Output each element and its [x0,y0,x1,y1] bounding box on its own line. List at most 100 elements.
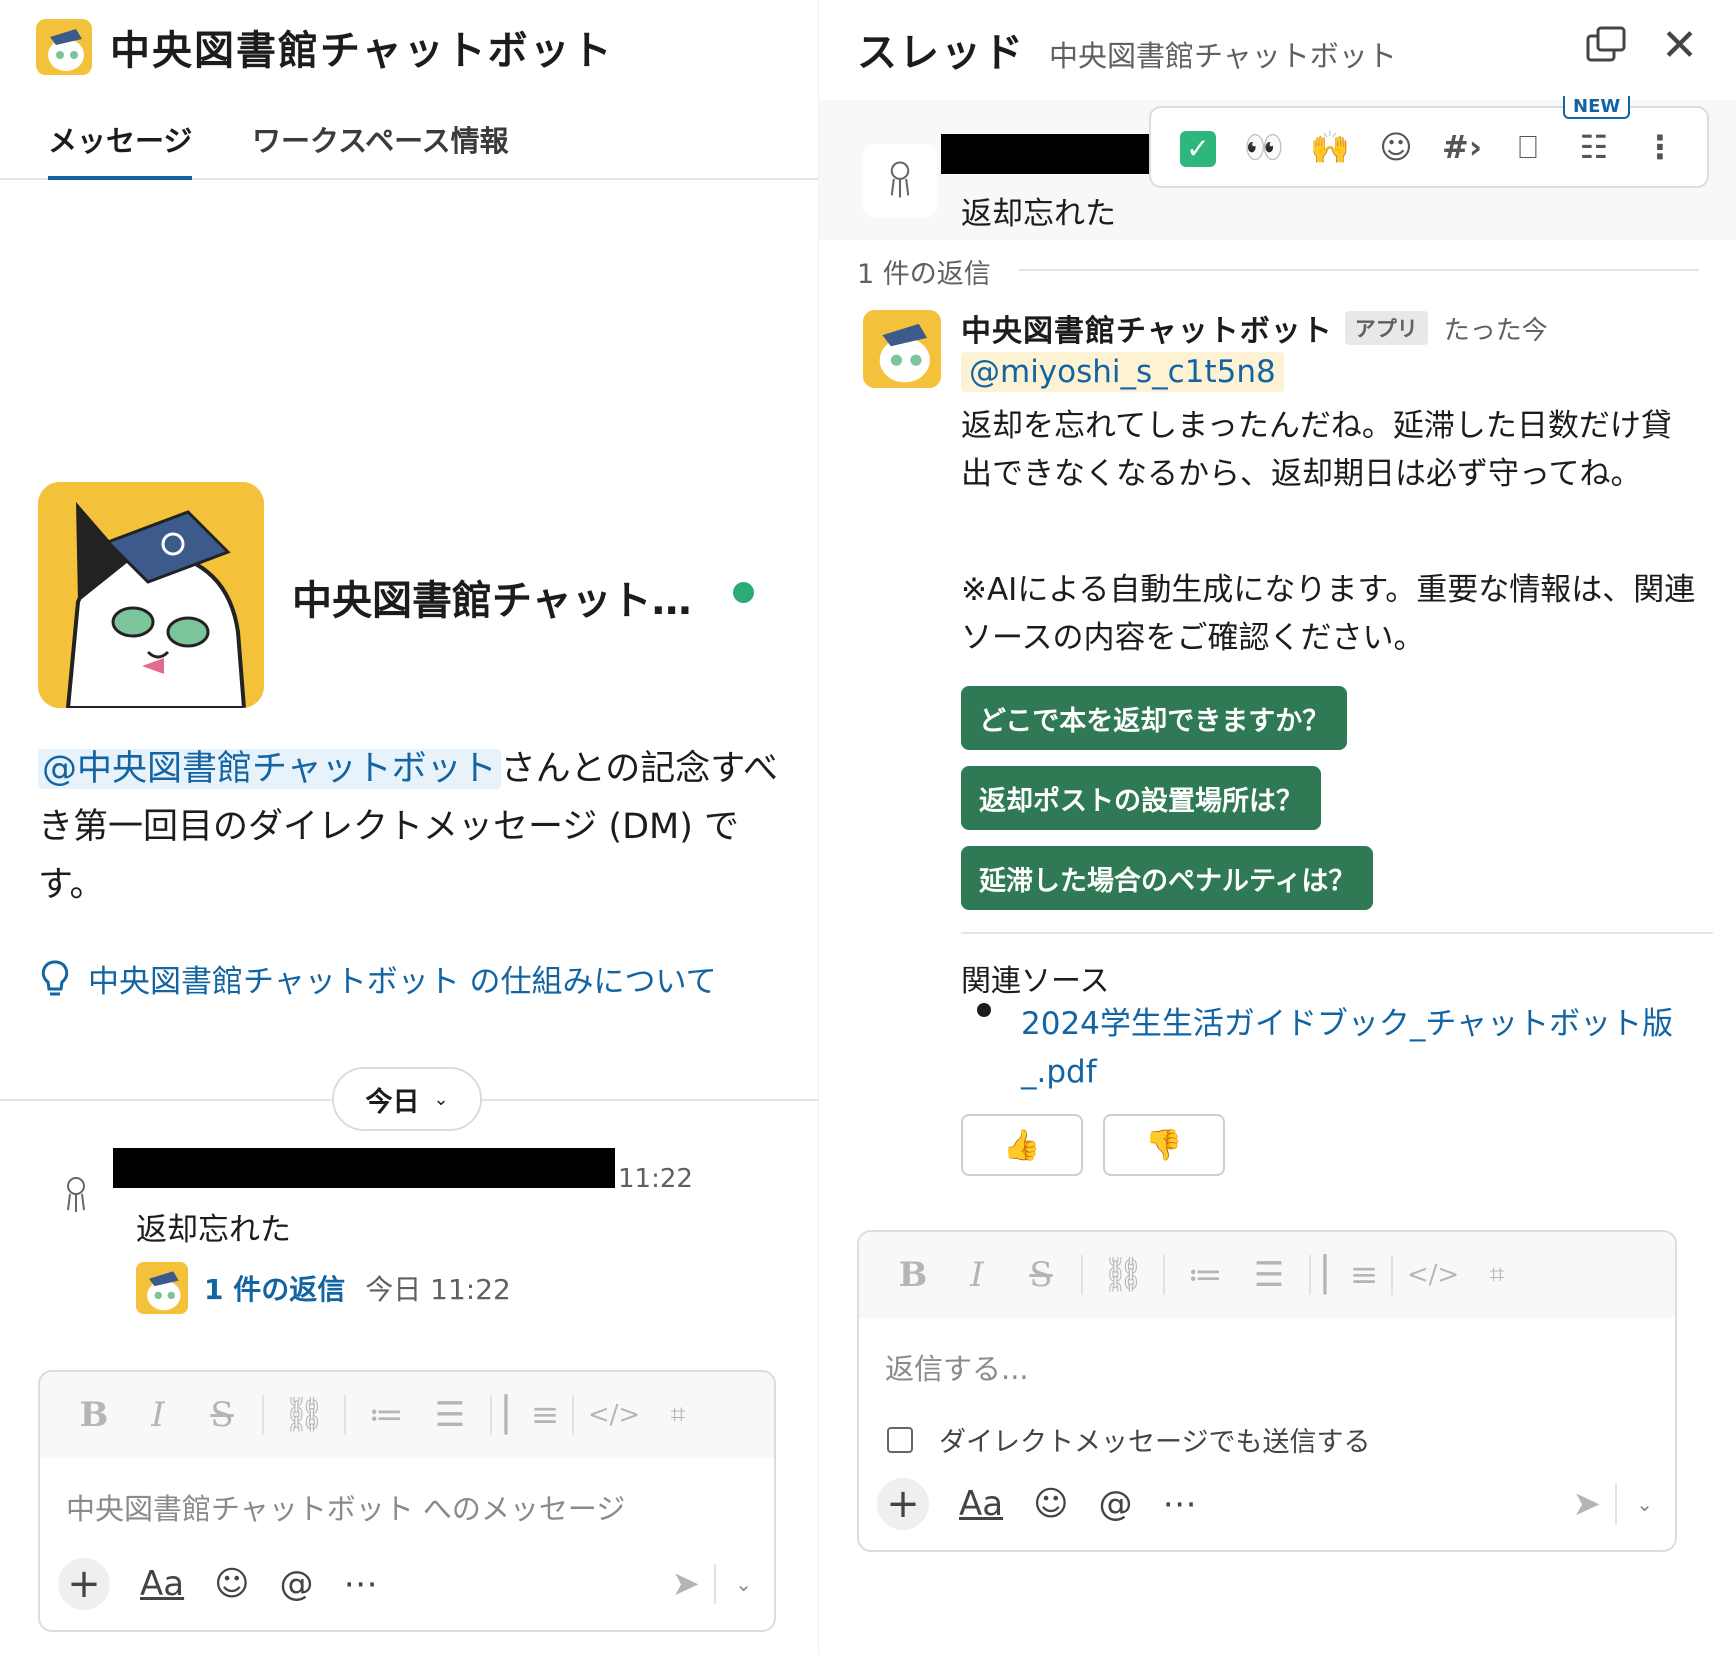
lightbulb-icon [41,960,69,995]
strikethrough-icon[interactable]: S [1009,1255,1073,1295]
link-icon[interactable]: ⛓ [272,1395,336,1435]
reply-input[interactable]: 返信する... [859,1318,1675,1416]
thread-header: スレッド 中央図書館チャットボット [857,20,1397,78]
emoji-icon[interactable]: ☺ [1033,1484,1068,1524]
dm-panel: 中央図書館チャットボット メッセージ ワークスペース情報 中央図書館チャット… … [0,0,818,1654]
dm-header: 中央図書館チャットボット [36,18,614,76]
formatting-toggle-icon[interactable]: Aa [959,1484,1003,1524]
italic-icon[interactable]: I [126,1395,190,1435]
more-actions-icon[interactable]: ⋮ [1627,128,1693,166]
bold-icon[interactable]: B [62,1395,126,1435]
bot-mention[interactable]: @中央図書館チャットボット [38,749,501,789]
thread-panel: スレッド 中央図書館チャットボット ✕ 返却忘れた ✓ 👀 🙌 ☺ #› ⎕ ☷… [818,0,1736,1654]
chevron-down-icon[interactable]: ⌄ [1636,1492,1653,1516]
user-avatar[interactable] [40,1160,112,1232]
tab-workspace-info[interactable]: ワークスペース情報 [252,118,509,176]
bot-avatar-icon[interactable] [863,310,941,388]
emoji-icon[interactable]: ☺ [214,1564,249,1604]
replies-count: 1 件の返信 [857,259,991,290]
send-icon[interactable]: ➤ [672,1564,701,1604]
bot-avatar-icon[interactable] [36,19,92,75]
message-actions: ✓ 👀 🙌 ☺ #› ⎕ ☷ ⋮ NEW [1149,96,1709,188]
code-icon[interactable]: </> [1401,1260,1465,1290]
checkbox[interactable] [887,1426,913,1453]
ordered-list-icon[interactable]: ≔ [1173,1255,1237,1295]
blockquote-icon[interactable]: ▏≡ [1319,1255,1383,1295]
blockquote-icon[interactable]: ▏≡ [500,1395,564,1435]
app-badge: アプリ [1344,311,1428,345]
reply-time: 今日 11:22 [365,1273,511,1306]
share-to-channel-icon[interactable]: #› [1429,128,1495,166]
format-toolbar: B I S ⛓ ≔ ☰ ▏≡ </> ⌗ [859,1232,1675,1318]
plus-icon[interactable]: + [58,1558,110,1610]
toolbar-separator [1309,1255,1311,1295]
raised-hands-reaction-icon[interactable]: 🙌 [1297,128,1363,166]
thumbs-down-icon: 👎 [1145,1127,1183,1163]
mention-icon[interactable]: @ [280,1564,314,1604]
suggestion-button[interactable]: 返却ポストの設置場所は？ [961,766,1321,830]
more-icon[interactable]: ⋯ [1163,1484,1197,1524]
dm-intro: @中央図書館チャットボット さんとの記念すべき第一回目のダイレクトメッセージ (D… [38,740,778,914]
bot-name[interactable]: 中央図書館チャットボット [961,306,1333,350]
replies-divider [1019,269,1699,271]
ordered-list-icon[interactable]: ≔ [354,1395,418,1435]
reply-timestamp[interactable]: たった今 [1444,310,1548,347]
user-mention[interactable]: @miyoshi_s_c1t5n8 [961,352,1284,392]
tab-messages[interactable]: メッセージ [48,118,193,180]
dm-tabs: メッセージ ワークスペース情報 [0,118,818,180]
parent-message-text: 返却忘れた [961,196,1116,232]
also-send-dm-option[interactable]: ダイレクトメッセージでも送信する [887,1420,1370,1459]
send-separator [1615,1484,1617,1524]
also-send-dm-label: ダイレクトメッセージでも送信する [939,1427,1371,1458]
plus-icon[interactable]: + [877,1478,929,1530]
checkmark-reaction-icon[interactable]: ✓ [1165,128,1231,167]
toolbar-separator [1163,1255,1165,1295]
code-icon[interactable]: </> [582,1400,646,1430]
close-icon[interactable]: ✕ [1661,20,1698,71]
chevron-down-icon[interactable]: ⌄ [735,1572,752,1596]
bold-icon[interactable]: B [881,1255,945,1295]
bot-profile-name[interactable]: 中央図書館チャット… [292,568,692,626]
thread-reply-summary[interactable]: 1 件の返信 今日 11:22 [136,1262,511,1314]
date-label: 今日 [365,1086,420,1118]
italic-icon[interactable]: I [945,1255,1009,1295]
popout-icon[interactable] [1586,26,1626,62]
link-icon[interactable]: ⛓ [1091,1255,1155,1295]
message-input[interactable]: 中央図書館チャットボット へのメッセージ [40,1458,774,1556]
thumbs-up-icon: 👍 [1003,1127,1041,1163]
eyes-reaction-icon[interactable]: 👀 [1231,128,1297,166]
user-avatar[interactable] [863,144,937,218]
suggestion-button[interactable]: どこで本を返却できますか？ [961,686,1348,750]
source-link[interactable]: 2024学生生活ガイドブック_チャットボット版_.pdf [1021,1000,1701,1096]
reply-count-link[interactable]: 1 件の返信 [204,1268,345,1308]
bot-profile-avatar [38,482,264,708]
more-icon[interactable]: ⋯ [344,1564,378,1604]
ai-disclaimer: ※AIによる自動生成になります。重要な情報は、関連ソースの内容をご確認ください。 [961,572,1696,656]
mention-icon[interactable]: @ [1099,1484,1133,1524]
toolbar-separator [262,1395,264,1435]
how-it-works-link[interactable]: 中央図書館チャットボット の仕組みについて [40,956,717,1001]
composer-actions: + Aa ☺ @ ⋯ ➤ ⌄ [877,1474,1657,1534]
suggestion-button[interactable]: 延滞した場合のペナルティは？ [961,846,1374,910]
thumbs-up-button[interactable]: 👍 [961,1114,1083,1176]
send-icon[interactable]: ➤ [1573,1484,1602,1524]
code-block-icon[interactable]: ⌗ [1465,1260,1529,1291]
new-badge: NEW [1563,96,1631,119]
formatting-toggle-icon[interactable]: Aa [140,1564,184,1604]
dm-title: 中央図書館チャットボット [110,28,614,74]
how-it-works-label: 中央図書館チャットボット の仕組みについて [88,964,717,1000]
message-timestamp[interactable]: 11:22 [618,1164,693,1194]
reminder-icon[interactable]: ☷ [1561,128,1627,166]
bookmark-icon[interactable]: ⎕ [1495,128,1561,167]
toolbar-separator [490,1395,492,1435]
bulleted-list-icon[interactable]: ☰ [418,1395,482,1435]
message-text: 返却忘れた [136,1212,291,1248]
thread-channel: 中央図書館チャットボット [1049,39,1397,73]
add-reaction-icon[interactable]: ☺ [1363,128,1429,166]
code-block-icon[interactable]: ⌗ [646,1400,710,1431]
date-jump-button[interactable]: 今日 ⌄ [332,1067,482,1131]
bulleted-list-icon[interactable]: ☰ [1237,1255,1301,1295]
thread-parent-message: 返却忘れた ✓ 👀 🙌 ☺ #› ⎕ ☷ ⋮ NEW [819,96,1736,240]
strikethrough-icon[interactable]: S [190,1395,254,1435]
thumbs-down-button[interactable]: 👎 [1103,1114,1225,1176]
